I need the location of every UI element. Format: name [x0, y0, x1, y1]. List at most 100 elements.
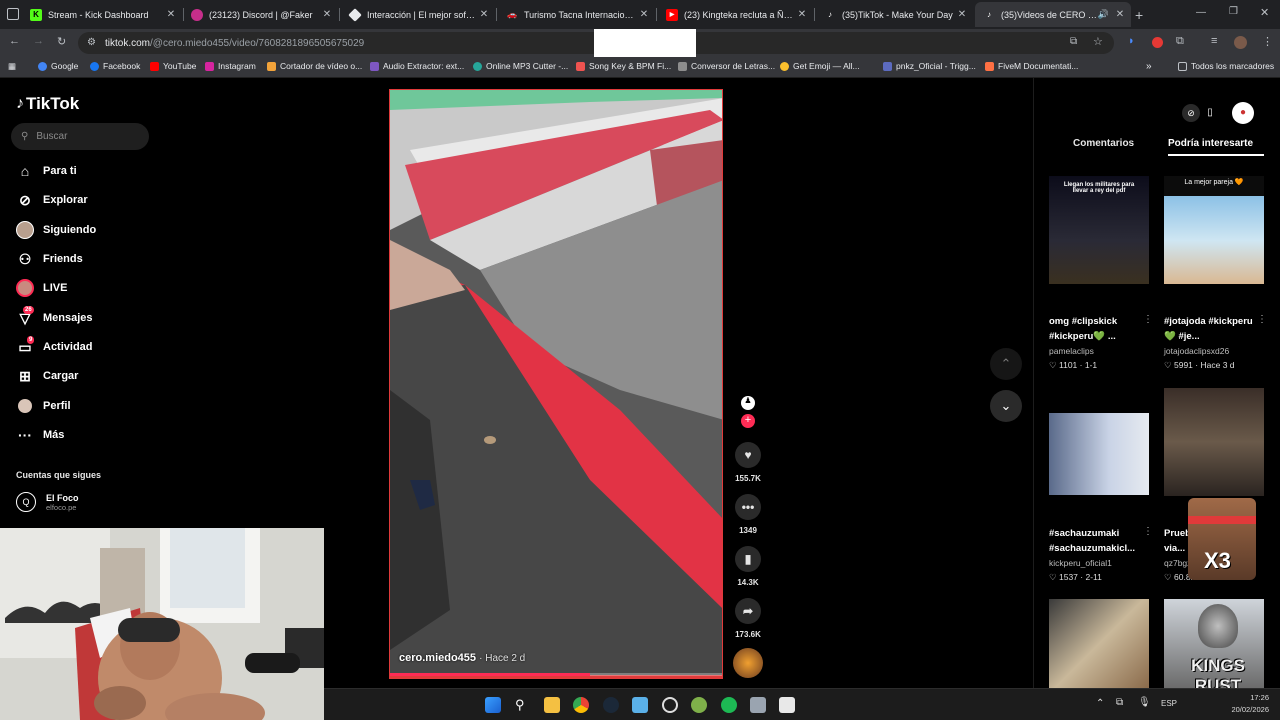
close-icon[interactable]: ✕ [1113, 9, 1127, 20]
nav-cargar[interactable]: ⊞ Cargar [15, 366, 78, 386]
notepad-icon[interactable] [632, 697, 648, 713]
sound-disc[interactable] [733, 648, 763, 678]
close-icon[interactable]: ✕ [955, 9, 969, 20]
chrome-icon[interactable] [573, 697, 589, 713]
tray-chevron-icon[interactable]: ⌃ [1096, 698, 1104, 709]
nav-actividad[interactable]: ▭ 9 Actividad [15, 336, 93, 357]
close-icon[interactable]: ✕ [320, 9, 334, 20]
close-icon[interactable]: ✕ [637, 9, 651, 20]
microphone-icon[interactable]: 🎙 [1138, 697, 1151, 708]
tab-search-icon[interactable] [7, 8, 19, 20]
bookmark-song-key[interactable]: Song Key & BPM Fi... [576, 61, 671, 71]
close-icon[interactable]: ✕ [477, 9, 491, 20]
like-action[interactable]: ♥ 155.7K [733, 442, 763, 483]
close-icon[interactable]: ✕ [164, 9, 178, 20]
nav-perfil[interactable]: Perfil [15, 396, 71, 416]
bookmark-fivem[interactable]: FiveM Documentati... [985, 61, 1078, 71]
install-app-icon[interactable]: ⧉ [1070, 36, 1077, 47]
calculator-icon[interactable] [750, 697, 766, 713]
nav-friends[interactable]: ⚇ Friends [15, 249, 83, 269]
card-author[interactable]: jotajodaclipsxd26 [1164, 346, 1229, 356]
card-more-icon[interactable]: ⋮ [1257, 314, 1267, 325]
tab-tiktok-video[interactable]: ♪ (35)Videos de CERO MIEDO 🔊 ✕ [975, 2, 1131, 27]
card-author[interactable]: pamelaclips [1049, 346, 1094, 356]
restore-icon[interactable]: ❐ [1229, 6, 1238, 17]
spotify-icon[interactable] [721, 697, 737, 713]
follow-plus-icon[interactable]: + [741, 414, 755, 428]
minimize-icon[interactable]: — [1196, 7, 1206, 18]
following-account-el-foco[interactable]: Q El Foco elfoco.pe [16, 492, 79, 512]
bookmark-youtube[interactable]: YouTube [150, 61, 196, 71]
card-author[interactable]: kickperu_oficial1 [1049, 558, 1112, 568]
nav-mas[interactable]: ··· Más [15, 425, 64, 445]
nav-mensajes[interactable]: ▽ 26 Mensajes [15, 306, 93, 328]
snipping-tool-icon[interactable] [779, 697, 795, 713]
forward-icon[interactable]: → [33, 35, 44, 47]
input-language[interactable]: ESP [1161, 699, 1177, 708]
steam-icon[interactable] [603, 697, 619, 713]
file-explorer-icon[interactable] [544, 697, 560, 713]
user-avatar[interactable]: ● [1232, 102, 1254, 124]
nav-para-ti[interactable]: ⌂ Para ti [15, 161, 77, 181]
nav-live[interactable]: LIVE [15, 278, 67, 298]
tab-youtube-kingteka[interactable]: ▶ (23) Kingteka recluta a Ñaja y P ✕ [658, 2, 813, 27]
bookmark-video-cutter[interactable]: Cortador de vídeo o... [267, 61, 362, 71]
tray-app-icon[interactable]: ⧉ [1116, 697, 1123, 708]
bookmark-instagram[interactable]: Instagram [205, 61, 256, 71]
bookmark-emoji[interactable]: Get Emoji — All... [780, 61, 860, 71]
site-info-icon[interactable]: ⚙ [87, 37, 96, 48]
apps-grid-icon[interactable]: ▦ [8, 61, 16, 72]
extensions-icon[interactable]: ⧉ [1176, 35, 1184, 48]
voice-extension-icon[interactable]: ◗ [1128, 35, 1135, 47]
tab-discord[interactable]: (23123) Discord | @Faker ✕ [183, 2, 338, 27]
tab-kick-dashboard[interactable]: K Stream - Kick Dashboard ✕ [22, 2, 182, 27]
card-more-icon[interactable]: ⋮ [1143, 526, 1153, 537]
video-author[interactable]: cero.miedo455 [399, 652, 476, 664]
bookmark-google[interactable]: Google [38, 61, 78, 71]
nav-siguiendo[interactable]: Siguiendo [15, 220, 96, 240]
comment-action[interactable]: ••• 1349 [733, 494, 763, 535]
search-input[interactable]: ⚲ Buscar [11, 123, 149, 150]
next-video-button[interactable]: ⌄ [990, 390, 1022, 422]
search-taskbar-icon[interactable]: ⚲ [515, 697, 531, 713]
save-action[interactable]: ▮ 14.3K [733, 546, 763, 587]
nav-explorar[interactable]: ⊘ Explorar [15, 190, 88, 210]
bookmark-audio-extractor[interactable]: Audio Extractor: ext... [370, 61, 464, 71]
bookmark-letras[interactable]: Conversor de Letras... [678, 61, 775, 71]
all-bookmarks-folder[interactable]: Todos los marcadores [1178, 61, 1274, 71]
tab-comentarios[interactable]: Comentarios [1073, 138, 1134, 149]
bookmark-mp3-cutter[interactable]: Online MP3 Cutter -... [473, 61, 568, 71]
reload-icon[interactable]: ↻ [57, 35, 66, 48]
video-thumbnail[interactable] [1049, 599, 1149, 689]
tab-podria-interesarte[interactable]: Podría interesarte [1168, 138, 1253, 149]
menu-kebab-icon[interactable]: ⋮ [1262, 35, 1273, 48]
card-more-icon[interactable]: ⋮ [1143, 314, 1153, 325]
close-icon[interactable]: ✕ [795, 9, 809, 20]
bookmark-star-icon[interactable]: ☆ [1093, 35, 1103, 48]
record-extension-icon[interactable] [1152, 37, 1163, 48]
bookmarks-more[interactable]: » [1146, 61, 1152, 72]
device-icon[interactable]: ▯ [1204, 104, 1216, 122]
creator-avatar[interactable]: ♟ [741, 396, 755, 410]
obs-icon[interactable] [662, 697, 678, 713]
window-close-icon[interactable]: ✕ [1260, 6, 1269, 19]
share-action[interactable]: ➦ 173.6K [733, 598, 763, 639]
bookmark-facebook[interactable]: Facebook [90, 61, 140, 71]
tiktok-logo[interactable]: ♪ TikTok [16, 94, 79, 114]
speaker-icon[interactable]: 🔊 [1098, 9, 1109, 20]
start-icon[interactable] [485, 697, 501, 713]
clock-date[interactable]: 20/02/2026 [1226, 705, 1269, 714]
video-player[interactable]: cero.miedo455 · Hace 2 d [389, 89, 723, 679]
tab-turismo-tacna[interactable]: 🚗 Turismo Tacna Internacional - ✕ [498, 2, 655, 27]
back-icon[interactable]: ← [9, 35, 20, 47]
tab-interaccion[interactable]: Interacción | El mejor software - ✕ [341, 2, 495, 27]
new-tab-button[interactable]: + [1135, 2, 1155, 27]
bookmark-pnkz[interactable]: pnkz_Oficial - Trigg... [883, 61, 976, 71]
tab-tiktok-home[interactable]: ♪ (35)TikTok - Make Your Day ✕ [816, 2, 973, 27]
clock-time[interactable]: 17:26 [1247, 693, 1269, 702]
app-icon[interactable] [691, 697, 707, 713]
profile-avatar[interactable] [1234, 36, 1247, 49]
video-progress-track[interactable] [390, 673, 722, 676]
reading-list-icon[interactable]: ≡ [1211, 35, 1217, 47]
previous-video-button[interactable]: ⌃ [990, 348, 1022, 380]
